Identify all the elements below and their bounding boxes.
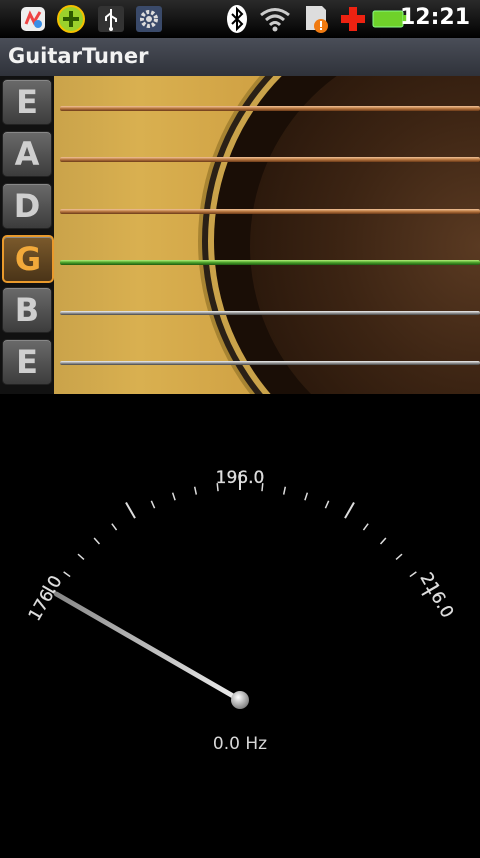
- tuner-gauge: 176.0 196.0 216.0 0.0 Hz: [0, 394, 480, 854]
- gauge-tick: [150, 500, 156, 509]
- guitar-body: E A D G B E: [0, 76, 480, 394]
- gauge-ticks: [42, 472, 438, 596]
- gauge-tick: [193, 486, 198, 495]
- red-cross-icon: [341, 7, 365, 31]
- gauge-tick: [379, 537, 387, 545]
- string-line-2: [60, 157, 480, 162]
- app-title-bar: GuitarTuner: [0, 38, 480, 77]
- gauge-tick: [282, 486, 287, 495]
- gauge-tick: [395, 553, 403, 561]
- string-line-4-active: [60, 260, 480, 265]
- add-icon: [57, 5, 85, 33]
- gauge-tick: [63, 571, 71, 578]
- app-title: GuitarTuner: [8, 44, 149, 68]
- settings-icon: [136, 6, 162, 32]
- string-button-b[interactable]: B: [2, 287, 52, 333]
- string-line-3: [60, 209, 480, 214]
- gauge-tick: [93, 537, 101, 545]
- gauge-tick: [304, 492, 309, 501]
- frequency-readout: 0.0 Hz: [212, 734, 268, 754]
- status-bar: 12:21: [0, 0, 480, 38]
- gauge-center-label: 196.0: [216, 468, 265, 488]
- string-button-e-low[interactable]: E: [2, 79, 52, 125]
- app-icon: [21, 7, 45, 31]
- wifi-icon: [260, 8, 290, 32]
- gauge-tick: [125, 502, 136, 519]
- string-line-5: [60, 311, 480, 315]
- gauge-tick: [77, 553, 85, 561]
- string-button-d[interactable]: D: [2, 183, 52, 229]
- clock: 12:21: [399, 5, 470, 30]
- string-button-e-high[interactable]: E: [2, 339, 52, 385]
- string-button-g[interactable]: G: [2, 235, 54, 283]
- string-line-1: [60, 106, 480, 111]
- gauge-pivot: [231, 691, 249, 709]
- usb-icon: [98, 6, 124, 32]
- gauge-tick: [409, 571, 417, 578]
- gauge-needle: [53, 591, 243, 703]
- bluetooth-icon: [227, 5, 247, 33]
- gauge-tick: [344, 502, 355, 519]
- gauge-tick: [324, 500, 330, 509]
- string-line-6: [60, 361, 480, 365]
- sd-card-alert-icon: [306, 6, 328, 33]
- gauge-tick: [171, 492, 176, 501]
- gauge-tick: [111, 523, 118, 531]
- gauge-tick: [362, 523, 369, 531]
- gauge-max-label: 216.0: [416, 569, 458, 621]
- gauge-dial: 176.0 196.0 216.0: [25, 468, 458, 709]
- string-button-a[interactable]: A: [2, 131, 52, 177]
